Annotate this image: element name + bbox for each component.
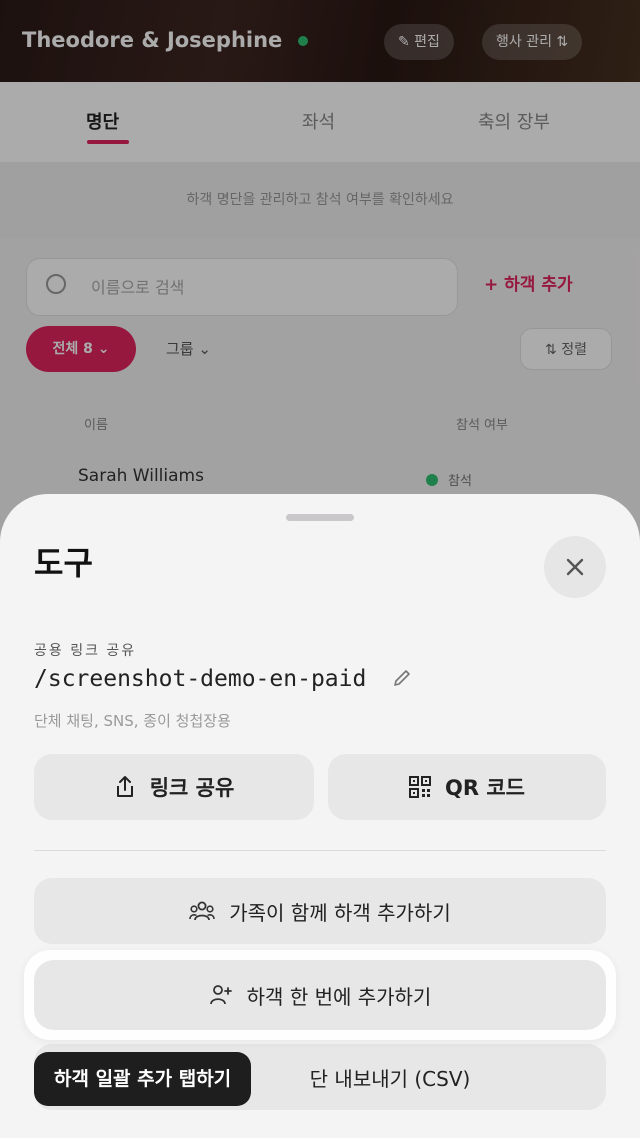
share-link-button-label: 링크 공유 [149,776,235,800]
close-button[interactable] [544,536,606,598]
share-link-slug: /screenshot-demo-en-paid [34,666,367,692]
divider [34,850,606,851]
share-link-hint: 단체 채팅, SNS, 종이 청첩장용 [34,712,231,730]
family-add-guests-label: 가족이 함께 하객 추가하기 [229,900,451,925]
qr-code-button-label: QR 코드 [445,776,525,800]
add-person-icon [209,985,232,1005]
share-icon [116,776,133,797]
tutorial-tooltip: 하객 일괄 추가 탭하기 [34,1052,252,1106]
bulk-add-guests-button[interactable]: 하객 한 번에 추가하기 [34,960,606,1030]
share-link-button[interactable]: 링크 공유 [34,754,314,820]
close-icon [566,558,584,576]
tools-bottom-sheet: 도구 공용 링크 공유 /screenshot-demo-en-paid 단체 … [0,494,640,1138]
sheet-title: 도구 [34,544,93,582]
sheet-grabber[interactable] [286,514,354,521]
tutorial-spotlight: 하객 한 번에 추가하기 [24,950,616,1040]
group-icon [189,901,216,921]
qr-code-icon [409,776,431,798]
export-csv-label: 단 내보내기 (CSV) [309,1066,471,1091]
pencil-icon[interactable] [392,668,412,688]
share-link-label: 공용 링크 공유 [34,643,137,659]
family-add-guests-button[interactable]: 가족이 함께 하객 추가하기 [34,878,606,944]
qr-code-button[interactable]: QR 코드 [328,754,606,820]
bulk-add-guests-label: 하객 한 번에 추가하기 [246,984,432,1009]
